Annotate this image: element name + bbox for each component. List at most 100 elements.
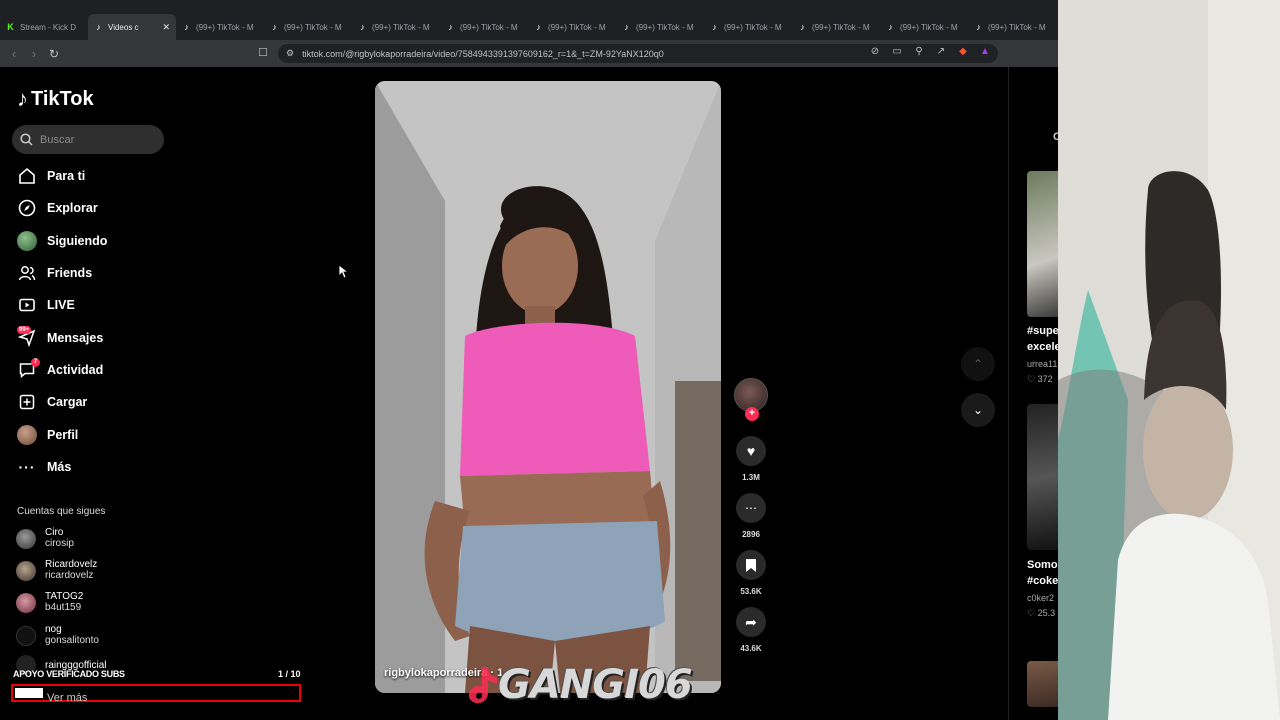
tiktok-icon: ♪ [536, 21, 541, 32]
nav-item-live[interactable]: LIVE [17, 289, 187, 321]
browser-tab[interactable]: ♪ Videos c ✕ [88, 14, 176, 40]
share-button[interactable]: ➦ 43.6K [733, 607, 769, 653]
related-video-title[interactable]: Somos [1027, 559, 1058, 571]
browser-tab[interactable]: K Stream - Kick D [0, 14, 88, 40]
related-video-title[interactable]: excele [1027, 341, 1058, 353]
nav-label: Cargar [47, 395, 88, 410]
account-username: gonsalitonto [45, 635, 99, 646]
sub-goal-count: 1 / 10 [278, 669, 301, 679]
related-video-thumbnail[interactable] [1027, 171, 1058, 317]
previous-video-button[interactable]: ⌃ [961, 347, 995, 381]
search-icon [20, 133, 33, 146]
heart-outline-icon: ♡ [1027, 608, 1038, 618]
browser-window: K Stream - Kick D ♪ Videos c ✕ ♪ (99+) TikTok … [0, 0, 1058, 720]
nav-label: Explorar [47, 201, 98, 216]
creator-avatar-button[interactable]: + [733, 378, 769, 421]
browser-tab[interactable]: ♪ (99+) TikTok - M [792, 14, 880, 40]
nav-label: Perfil [47, 427, 79, 442]
browser-tab[interactable]: ♪ (99+) TikTok - M [176, 14, 264, 40]
browser-tab[interactable]: ♪ (99+) TikTok - M [440, 14, 528, 40]
comment-button[interactable]: ⋯ 2896 [733, 493, 769, 539]
tiktok-icon: ♪ [272, 21, 277, 32]
comment-icon: ⋯ [736, 493, 766, 523]
messages-badge: 99+ [17, 326, 32, 335]
nav-item-perfil[interactable]: Perfil [17, 418, 187, 450]
home-icon [17, 166, 37, 186]
account-username: ricardovelz [45, 570, 94, 581]
follow-plus-icon[interactable]: + [745, 407, 759, 421]
sub-goal-label: APOYO VERIFICADO SUBS [13, 669, 125, 679]
related-video-likes: ♡ 372 [1027, 374, 1053, 384]
account-name: TATOG2 [45, 591, 84, 602]
save-button[interactable]: 53.6K [733, 550, 769, 596]
like-count: 1.3M [742, 473, 760, 482]
tab-label: (99+) TikTok - M [812, 22, 870, 32]
related-videos-column: C #supe excele urrea11 ♡ 372 Somos #coke… [1008, 67, 1058, 720]
following-account-tatog2[interactable]: TATOG2 b4ut159 [16, 591, 83, 614]
nav-item-explorar[interactable]: Explorar [17, 192, 187, 224]
nav-item-friends[interactable]: Friends [17, 257, 187, 289]
related-video-thumbnail[interactable] [1027, 404, 1058, 550]
browser-tab[interactable]: ♪ (99+) TikTok - M [352, 14, 440, 40]
forward-arrow-icon[interactable]: › [24, 44, 44, 64]
nav-label: Actividad [47, 362, 104, 377]
related-video-user[interactable]: urrea11 [1027, 359, 1057, 369]
see-more-link[interactable]: Ver más [47, 692, 87, 704]
following-account-nog[interactable]: nog gonsalitonto [16, 624, 99, 647]
share-icon[interactable]: ↗ [934, 46, 948, 57]
following-section-title: Cuentas que sigues [17, 506, 106, 517]
related-video-title[interactable]: #coke [1027, 575, 1058, 587]
search-box[interactable] [12, 125, 164, 154]
tab-label: Videos c [108, 22, 139, 32]
browser-tab[interactable]: ♪ (99+) TikTok - M [264, 14, 352, 40]
related-video-thumbnail[interactable] [1027, 661, 1058, 707]
browser-tab[interactable]: ♪ (99+) TikTok - M [880, 14, 968, 40]
url-field[interactable]: ⚙ tiktok.com/@rigbylokaporradeira/video/… [278, 44, 998, 63]
related-video-user[interactable]: c0ker2 [1027, 593, 1054, 603]
chevron-up-icon: ⌃ [972, 357, 984, 371]
tiktok-icon: ♪ [976, 21, 981, 32]
like-button[interactable]: ♥ 1.3M [733, 436, 769, 482]
creator-avatar: + [734, 378, 768, 421]
tab-label: (99+) TikTok - M [724, 22, 782, 32]
back-arrow-icon[interactable]: ‹ [4, 44, 24, 64]
brave-shield-icon[interactable]: ◆ [956, 46, 970, 57]
browser-tab[interactable]: ♪ (99+) TikTok - M [968, 14, 1056, 40]
tiktok-logo[interactable]: ♪ TikTok [17, 86, 94, 112]
rewards-icon[interactable]: ▲ [978, 46, 992, 57]
following-account-ciro[interactable]: Ciro cirosip [16, 527, 74, 550]
account-username: cirosip [45, 538, 74, 549]
webcam-illustration [1058, 0, 1280, 720]
account-name: Ciro [45, 527, 64, 538]
zoom-icon[interactable]: ⚲ [912, 46, 926, 57]
nav-item-siguiendo[interactable]: Siguiendo [17, 225, 187, 257]
next-video-button[interactable]: ⌄ [961, 393, 995, 427]
related-video-title[interactable]: #supe [1027, 325, 1058, 337]
nav-label: Siguiendo [47, 233, 108, 248]
brand-text: GANGI06 [498, 662, 693, 708]
tab-bar: K Stream - Kick D ♪ Videos c ✕ ♪ (99+) TikTok … [0, 14, 1058, 40]
tiktok-icon: ♪ [448, 21, 453, 32]
friends-icon [17, 263, 37, 283]
reload-icon[interactable]: ↻ [44, 44, 64, 64]
nav-item-actividad[interactable]: 7 Actividad [17, 354, 187, 386]
video-player[interactable]: rigbylokaporradeira · 1 [375, 81, 721, 693]
nav-item-para-ti[interactable]: Para ti [17, 160, 187, 192]
nav-item-cargar[interactable]: Cargar [17, 386, 187, 418]
tiktok-icon: ♪ [712, 21, 717, 32]
nav-item-mensajes[interactable]: 99+ Mensajes [17, 321, 187, 353]
cast-icon[interactable]: ▭ [890, 46, 904, 57]
following-account-ricardovelz[interactable]: Ricardovelz ricardovelz [16, 559, 97, 582]
activity-badge: 7 [31, 357, 40, 367]
browser-tab[interactable]: ♪ (99+) TikTok - M [528, 14, 616, 40]
no-camera-icon[interactable]: ⊘ [868, 46, 882, 57]
browser-tab[interactable]: ♪ (99+) TikTok - M [616, 14, 704, 40]
account-name: nog [45, 624, 62, 635]
search-input[interactable] [40, 133, 150, 146]
close-tab-icon[interactable]: ✕ [162, 22, 170, 33]
nav-item-mas[interactable]: ··· Más [17, 451, 187, 483]
tiktok-icon: ♪ [184, 21, 189, 32]
browser-tab[interactable]: ♪ (99+) TikTok - M [704, 14, 792, 40]
bookmark-icon[interactable]: ☐ [258, 46, 268, 59]
site-settings-icon[interactable]: ⚙ [286, 48, 294, 59]
